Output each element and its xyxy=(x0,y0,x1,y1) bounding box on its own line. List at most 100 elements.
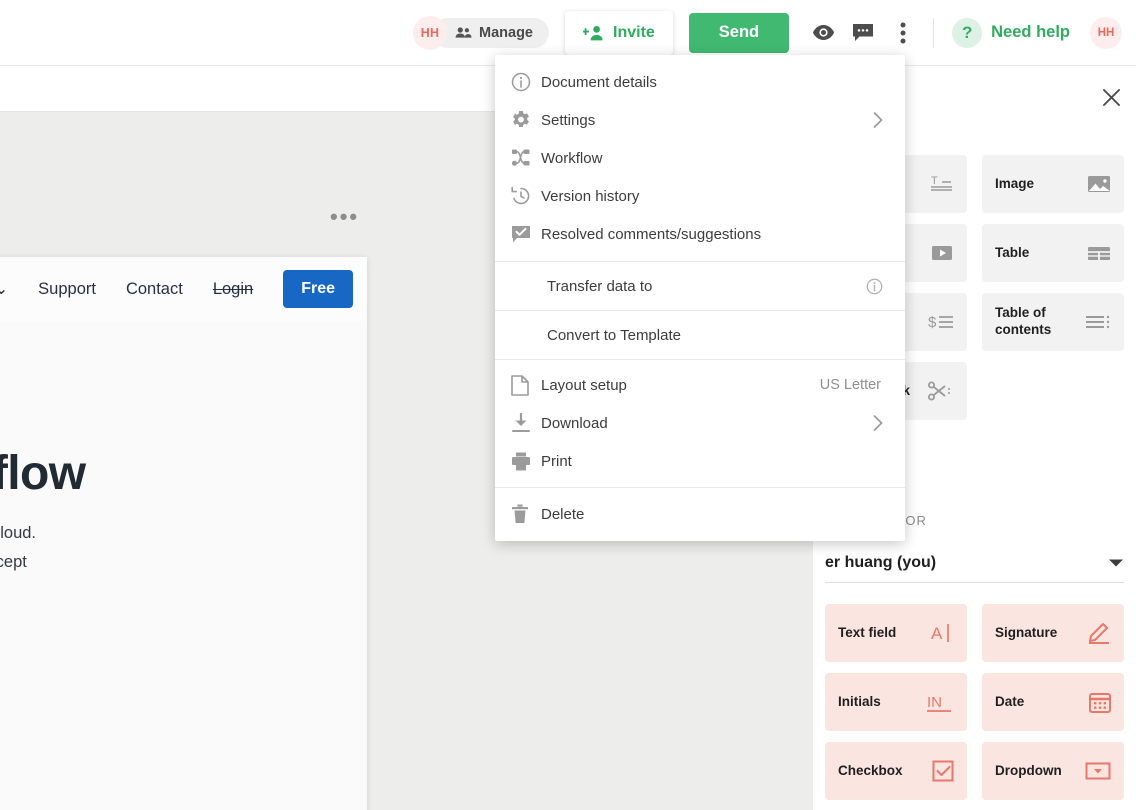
field-card-label: Initials xyxy=(838,694,881,711)
preview-site-nav: API ⌄ Support Contact Login Free xyxy=(0,257,367,321)
toolbar-divider xyxy=(933,18,934,48)
initials-icon: IN xyxy=(926,691,954,713)
svg-text:A: A xyxy=(931,624,943,643)
menu-item-label: Download xyxy=(541,415,873,432)
scissors-icon xyxy=(928,381,954,401)
menu-item-transfer-data-to[interactable]: Transfer data to xyxy=(495,262,905,310)
menu-divider xyxy=(495,359,905,360)
image-icon xyxy=(1087,174,1111,194)
text-cursor-icon: A xyxy=(930,622,954,644)
content-card-table[interactable]: Table xyxy=(982,224,1124,282)
info-circle-icon[interactable] xyxy=(866,278,883,295)
need-help-button[interactable]: ? Need help xyxy=(952,18,1070,48)
page-icon xyxy=(511,375,541,396)
more-options-kebab-icon[interactable] xyxy=(883,13,923,53)
recipient-select-value: er huang (you) xyxy=(825,554,936,572)
text-format-icon: T xyxy=(930,174,954,194)
menu-item-label: Convert to Template xyxy=(547,327,883,344)
content-card-image[interactable]: Image xyxy=(982,155,1124,213)
toc-icon xyxy=(1085,312,1111,332)
menu-item-print[interactable]: Print xyxy=(495,442,905,480)
workflow-icon xyxy=(511,149,541,167)
send-button[interactable]: Send xyxy=(689,13,789,53)
trash-icon xyxy=(511,504,541,524)
manage-button[interactable]: Manage xyxy=(433,18,549,48)
preview-nav-free-button: Free xyxy=(283,270,353,308)
field-card-label: Date xyxy=(995,694,1024,711)
preview-nav-support: Support xyxy=(38,280,96,299)
menu-item-resolved-comments[interactable]: Resolved comments/suggestions xyxy=(495,215,905,253)
menu-item-download[interactable]: Download xyxy=(495,404,905,442)
printer-icon xyxy=(511,452,541,471)
gear-icon xyxy=(511,110,541,130)
content-card-label: Table of contents xyxy=(995,305,1085,339)
calendar-icon xyxy=(1089,691,1111,713)
menu-item-settings[interactable]: Settings xyxy=(495,101,905,139)
menu-item-label: Layout setup xyxy=(541,377,820,394)
chevron-right-icon xyxy=(873,415,883,431)
field-card-label: Signature xyxy=(995,625,1057,642)
invite-button-label: Invite xyxy=(613,24,655,42)
preview-paragraph: signNow is part of the airSlate Business… xyxy=(0,519,367,606)
price-list-icon: $ xyxy=(928,312,954,332)
dropdown-icon xyxy=(1085,761,1111,781)
checked-comment-icon xyxy=(511,225,541,244)
invite-button[interactable]: Invite xyxy=(565,11,673,55)
menu-item-label: Print xyxy=(541,453,883,470)
preview-eye-icon[interactable] xyxy=(803,13,843,53)
checkbox-icon xyxy=(932,760,954,782)
menu-item-label: Settings xyxy=(541,112,873,129)
manage-button-label: Manage xyxy=(479,25,533,41)
fillable-fields-grid: Text field A Signature xyxy=(825,604,1124,810)
avatar: HH xyxy=(413,16,447,50)
question-mark-icon: ? xyxy=(952,18,982,48)
preview-nav-login: Login xyxy=(213,280,253,299)
menu-item-label: Workflow xyxy=(541,150,883,167)
preview-nav-api: API ⌄ xyxy=(0,279,8,299)
preview-nav-contact: Contact xyxy=(126,280,183,299)
document-options-menu: Document details Settings xyxy=(495,55,905,541)
people-icon xyxy=(455,26,472,39)
table-icon xyxy=(1087,243,1111,263)
menu-item-version-history[interactable]: Version history xyxy=(495,177,905,215)
close-icon[interactable] xyxy=(1094,80,1128,114)
menu-item-delete[interactable]: Delete xyxy=(495,495,905,533)
menu-item-document-details[interactable]: Document details xyxy=(495,63,905,101)
field-card-initials[interactable]: Initials IN xyxy=(825,673,967,731)
page-options-dots[interactable]: ••• xyxy=(330,212,359,222)
menu-item-workflow[interactable]: Workflow xyxy=(495,139,905,177)
field-card-checkbox[interactable]: Checkbox xyxy=(825,742,967,800)
menu-item-label: Transfer data to xyxy=(547,278,866,295)
svg-text:$: $ xyxy=(928,314,937,331)
signature-pen-icon xyxy=(1087,622,1111,644)
content-card-label: Table xyxy=(995,245,1029,262)
video-play-icon xyxy=(930,243,954,263)
svg-text:T: T xyxy=(931,175,938,187)
user-avatar[interactable]: HH xyxy=(1090,17,1122,49)
manage-control[interactable]: HH Manage xyxy=(413,16,549,50)
menu-item-convert-to-template[interactable]: Convert to Template xyxy=(495,311,905,359)
add-person-icon xyxy=(583,25,605,41)
field-card-date[interactable]: Date xyxy=(982,673,1124,731)
menu-item-value: US Letter xyxy=(820,377,883,393)
app-root: HH Manage xyxy=(0,0,1136,810)
field-card-label: Dropdown xyxy=(995,763,1062,780)
field-card-dropdown[interactable]: Dropdown xyxy=(982,742,1124,800)
download-icon xyxy=(511,413,541,433)
svg-text:IN: IN xyxy=(927,694,942,711)
field-card-label: Text field xyxy=(838,625,896,642)
menu-item-layout-setup[interactable]: Layout setup US Letter xyxy=(495,366,905,404)
content-card-table-of-contents[interactable]: Table of contents xyxy=(982,293,1124,351)
info-circle-icon xyxy=(511,72,541,92)
field-card-signature[interactable]: Signature xyxy=(982,604,1124,662)
field-card-label: Checkbox xyxy=(838,763,903,780)
menu-item-label: Document details xyxy=(541,74,883,91)
caret-down-icon xyxy=(1108,558,1124,568)
comment-icon[interactable] xyxy=(843,13,883,53)
need-help-label: Need help xyxy=(991,23,1070,42)
preview-heading-line2: for your workflow xyxy=(0,443,367,504)
field-card-text-field[interactable]: Text field A xyxy=(825,604,967,662)
recipient-select[interactable]: er huang (you) xyxy=(825,543,1124,583)
menu-item-label: Resolved comments/suggestions xyxy=(541,226,883,243)
menu-item-label: Delete xyxy=(541,506,883,523)
